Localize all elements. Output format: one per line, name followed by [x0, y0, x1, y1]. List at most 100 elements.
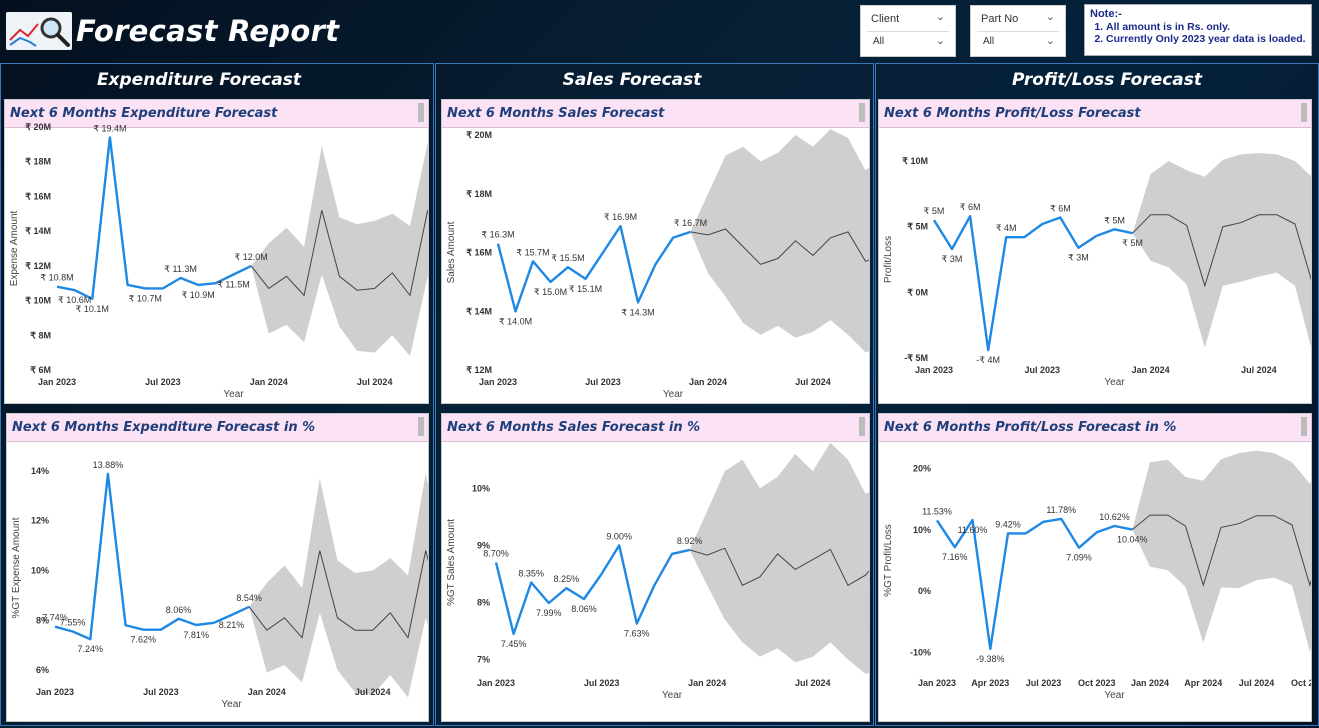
y-tick-label: ₹ 14M: [466, 306, 492, 316]
x-tick-label: Jan 2024: [1131, 678, 1169, 688]
y-tick-label: 14%: [31, 466, 49, 476]
y-tick-label: -₹ 5M: [904, 353, 928, 363]
y-tick-label: ₹ 18M: [25, 157, 51, 167]
forecast-band: [251, 142, 428, 357]
y-tick-label: 6%: [36, 665, 49, 675]
data-label: 7.55%: [60, 617, 86, 627]
y-tick-label: 10%: [913, 525, 931, 535]
chevron-down-icon[interactable]: ⌄: [1046, 10, 1055, 23]
x-tick-label: Jan 2024: [689, 377, 727, 387]
expenditure-chart[interactable]: ₹ 6M ₹ 8M ₹ 10M ₹ 12M ₹ 14M ₹ 16M ₹ 18M ₹ 20M Ja…: [5, 100, 429, 404]
data-label: 9.00%: [606, 531, 632, 541]
x-tick-label: Jul 2024: [355, 687, 391, 697]
expenditure-forecast-panel: Next 6 Months Expenditure Forecast ₹ 6M ₹…: [4, 99, 429, 404]
data-label: ₹ 15.0M: [534, 287, 567, 297]
y-tick-label: ₹ 16M: [25, 191, 51, 201]
y-tick-label: ₹ 8M: [30, 330, 51, 340]
data-label: ₹ 4M: [996, 223, 1017, 233]
y-tick-label: 10%: [31, 565, 49, 575]
chevron-down-icon[interactable]: ⌄: [1046, 34, 1055, 47]
x-tick-label: Jan 2024: [250, 377, 288, 387]
x-tick-label: Oct 2023: [1078, 678, 1116, 688]
y-tick-label: ₹ 12M: [466, 365, 492, 375]
part-no-filter-value[interactable]: All: [983, 36, 994, 47]
filter-divider: [867, 31, 949, 32]
y-tick-label: 12%: [31, 516, 49, 526]
data-label: 7.16%: [942, 552, 968, 562]
actual-line: [56, 136, 252, 301]
data-label: 10.62%: [1099, 512, 1130, 522]
report-logo: [6, 12, 72, 50]
sales-percent-chart[interactable]: 7%8%9%10%Jan 2023 Jul 2023 Jan 2024 Jul 202…: [442, 414, 870, 722]
data-label: ₹ 10.9M: [182, 290, 215, 300]
data-label: 10.04%: [1117, 535, 1148, 545]
section-title-sales: Sales Forecast: [562, 70, 702, 90]
y-axis-label: Sales Amount: [446, 221, 457, 283]
x-tick-label: Jul 2024: [795, 678, 831, 688]
y-tick-label: ₹ 6M: [30, 365, 51, 375]
note-list: All amount is in Rs. only. Currently Onl…: [1090, 21, 1306, 45]
client-filter[interactable]: Client ⌄ All ⌄: [860, 5, 956, 57]
chevron-down-icon[interactable]: ⌄: [936, 10, 945, 23]
data-label: ₹ 15.1M: [569, 284, 602, 294]
x-axis-label: Year: [221, 699, 242, 710]
x-tick-label: Apr 2023: [971, 678, 1009, 688]
expenditure-percent-panel: Next 6 Months Expenditure Forecast in % …: [6, 413, 429, 722]
x-axis-label: Year: [663, 389, 684, 400]
data-label: ₹ 5M: [1104, 215, 1125, 225]
data-label: ₹ 6M: [960, 202, 981, 212]
forecast-band: [249, 473, 428, 698]
filter-divider: [977, 31, 1059, 32]
data-label: 8.35%: [518, 568, 544, 578]
x-tick-label: Jul 2024: [1239, 678, 1275, 688]
chevron-down-icon[interactable]: ⌄: [936, 34, 945, 47]
x-tick-label: Jan 2024: [248, 687, 286, 697]
y-axis-label: Profit/Loss: [883, 236, 894, 283]
actual-line: [932, 214, 1133, 352]
data-label: ₹ 14.0M: [499, 316, 532, 326]
y-tick-label: ₹ 18M: [466, 189, 492, 199]
sales-forecast-panel: Next 6 Months Sales Forecast ₹ 12M ₹ 14M ₹…: [441, 99, 870, 404]
y-tick-label: ₹ 5M: [907, 222, 928, 232]
data-label: ₹ 11.3M: [164, 264, 197, 274]
x-axis-label: Year: [1104, 690, 1125, 701]
data-label: 9.42%: [995, 519, 1021, 529]
part-no-filter[interactable]: Part No ⌄ All ⌄: [970, 5, 1066, 57]
x-tick-label: Jan 2023: [38, 377, 76, 387]
section-title-profit: Profit/Loss Forecast: [1011, 70, 1203, 90]
x-tick-label: Jul 2023: [143, 687, 179, 697]
data-label: ₹ 16.9M: [604, 212, 637, 222]
note-title: Note:-: [1090, 8, 1122, 20]
data-label: 13.88%: [93, 460, 124, 470]
data-label: 7.09%: [1066, 553, 1092, 563]
data-label: ₹ 10.8M: [40, 273, 73, 283]
y-axis-label: %GT Sales Amount: [446, 519, 457, 606]
expenditure-percent-chart[interactable]: 6%8%10%12%14%Jan 2023 Jul 2023 Jan 2024 Jul…: [7, 414, 429, 722]
note-item: All amount is in Rs. only.: [1106, 21, 1306, 33]
y-axis-label: %GT Expense Amount: [11, 517, 22, 618]
x-tick-label: Jul 2023: [1026, 678, 1062, 688]
x-tick-label: Jan 2023: [915, 365, 953, 375]
data-label: ₹ 16.3M: [481, 230, 514, 240]
actual-line: [54, 472, 250, 641]
x-tick-label: Jul 2024: [357, 377, 393, 387]
x-tick-label: Jan 2023: [479, 377, 517, 387]
y-tick-label: -10%: [910, 648, 931, 658]
x-tick-label: Jul 2024: [1241, 365, 1277, 375]
data-label: ₹ 5M: [924, 206, 945, 216]
data-label: ₹ 5M: [1122, 238, 1143, 248]
profit-chart[interactable]: -₹ 5M ₹ 0M ₹ 5M ₹ 10M Jan 2023 Jul 2023 Jan 20…: [879, 100, 1312, 404]
data-label: 11.78%: [1046, 505, 1076, 515]
x-tick-label: Jul 2024: [795, 377, 831, 387]
profit-forecast-panel: Next 6 Months Profit/Loss Forecast -₹ 5M…: [878, 99, 1312, 404]
y-tick-label: 0%: [918, 586, 931, 596]
sales-chart[interactable]: ₹ 12M ₹ 14M ₹ 16M ₹ 18M ₹ 20M Jan 2023 Jul 202…: [442, 100, 870, 404]
data-label: 7.62%: [130, 635, 156, 645]
page-title: Forecast Report: [76, 14, 340, 48]
forecast-band: [1132, 153, 1311, 348]
data-label: ₹ 11.5M: [217, 280, 250, 290]
client-filter-value[interactable]: All: [873, 36, 884, 47]
profit-percent-chart[interactable]: -10% 0% 10% 20% Jan 2023 Apr 2023 Jul 2023 Oct …: [879, 414, 1312, 722]
y-axis-label: %GT Profit/Loss: [883, 524, 894, 597]
x-axis-label: Year: [1104, 377, 1125, 388]
